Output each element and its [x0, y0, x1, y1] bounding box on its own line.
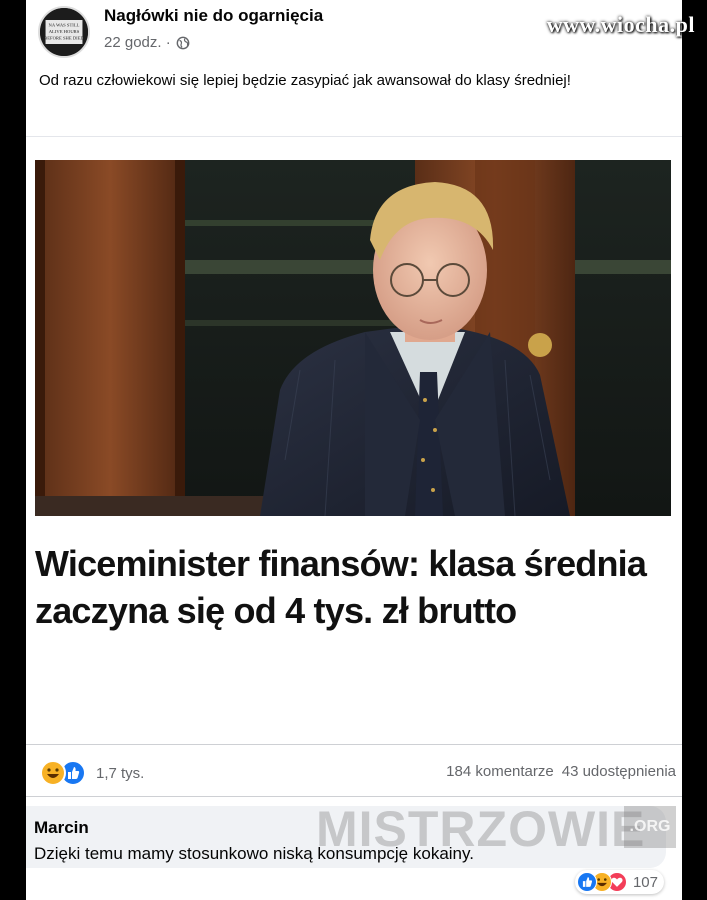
post-text: Od razu człowiekowi się lepiej będzie za… — [39, 72, 571, 89]
divider — [26, 796, 682, 797]
watermark-org: .ORG — [624, 806, 676, 848]
reaction-count[interactable]: 1,7 tys. — [96, 765, 144, 782]
divider — [26, 744, 682, 745]
link-preview[interactable]: Wiceminister finansów: klasa średnia zac… — [26, 520, 682, 742]
comment-author[interactable]: Marcin — [34, 818, 89, 838]
like-icon — [576, 872, 597, 892]
comment-reactions[interactable]: 107 — [574, 870, 664, 894]
post-time[interactable]: 22 godz. · — [104, 34, 171, 51]
engagement-stats: 184 komentarze 43 udostępnienia — [446, 763, 676, 780]
watermark-wiocha: www.wiocha.pl — [546, 12, 695, 37]
comments-count[interactable]: 184 komentarze — [446, 763, 554, 780]
watermark-mistrzowie: MISTRZOWIE — [316, 801, 646, 857]
page-avatar[interactable]: NA WAS STILL ALIVE HOURS BEFORE SHE DIED — [38, 6, 90, 58]
link-preview-image[interactable] — [35, 160, 671, 516]
page-name-link[interactable]: Nagłówki nie do ogarnięcia — [104, 6, 323, 26]
link-headline[interactable]: Wiceminister finansów: klasa średnia zac… — [35, 540, 665, 634]
reaction-icons — [40, 760, 86, 786]
avatar-line-2: ALIVE HOURS — [49, 29, 80, 34]
shares-count[interactable]: 43 udostępnienia — [562, 763, 676, 780]
haha-icon — [40, 760, 66, 786]
avatar-line-3: BEFORE SHE DIED — [44, 35, 84, 40]
globe-icon — [176, 36, 190, 49]
avatar-line-1: NA WAS STILL — [49, 22, 80, 27]
post-meta: 22 godz. · — [104, 34, 190, 51]
facebook-post-card: NA WAS STILL ALIVE HOURS BEFORE SHE DIED… — [26, 0, 682, 900]
divider — [26, 136, 682, 137]
reaction-summary[interactable]: 1,7 tys. — [40, 760, 144, 786]
comment-reaction-count: 107 — [632, 873, 658, 891]
